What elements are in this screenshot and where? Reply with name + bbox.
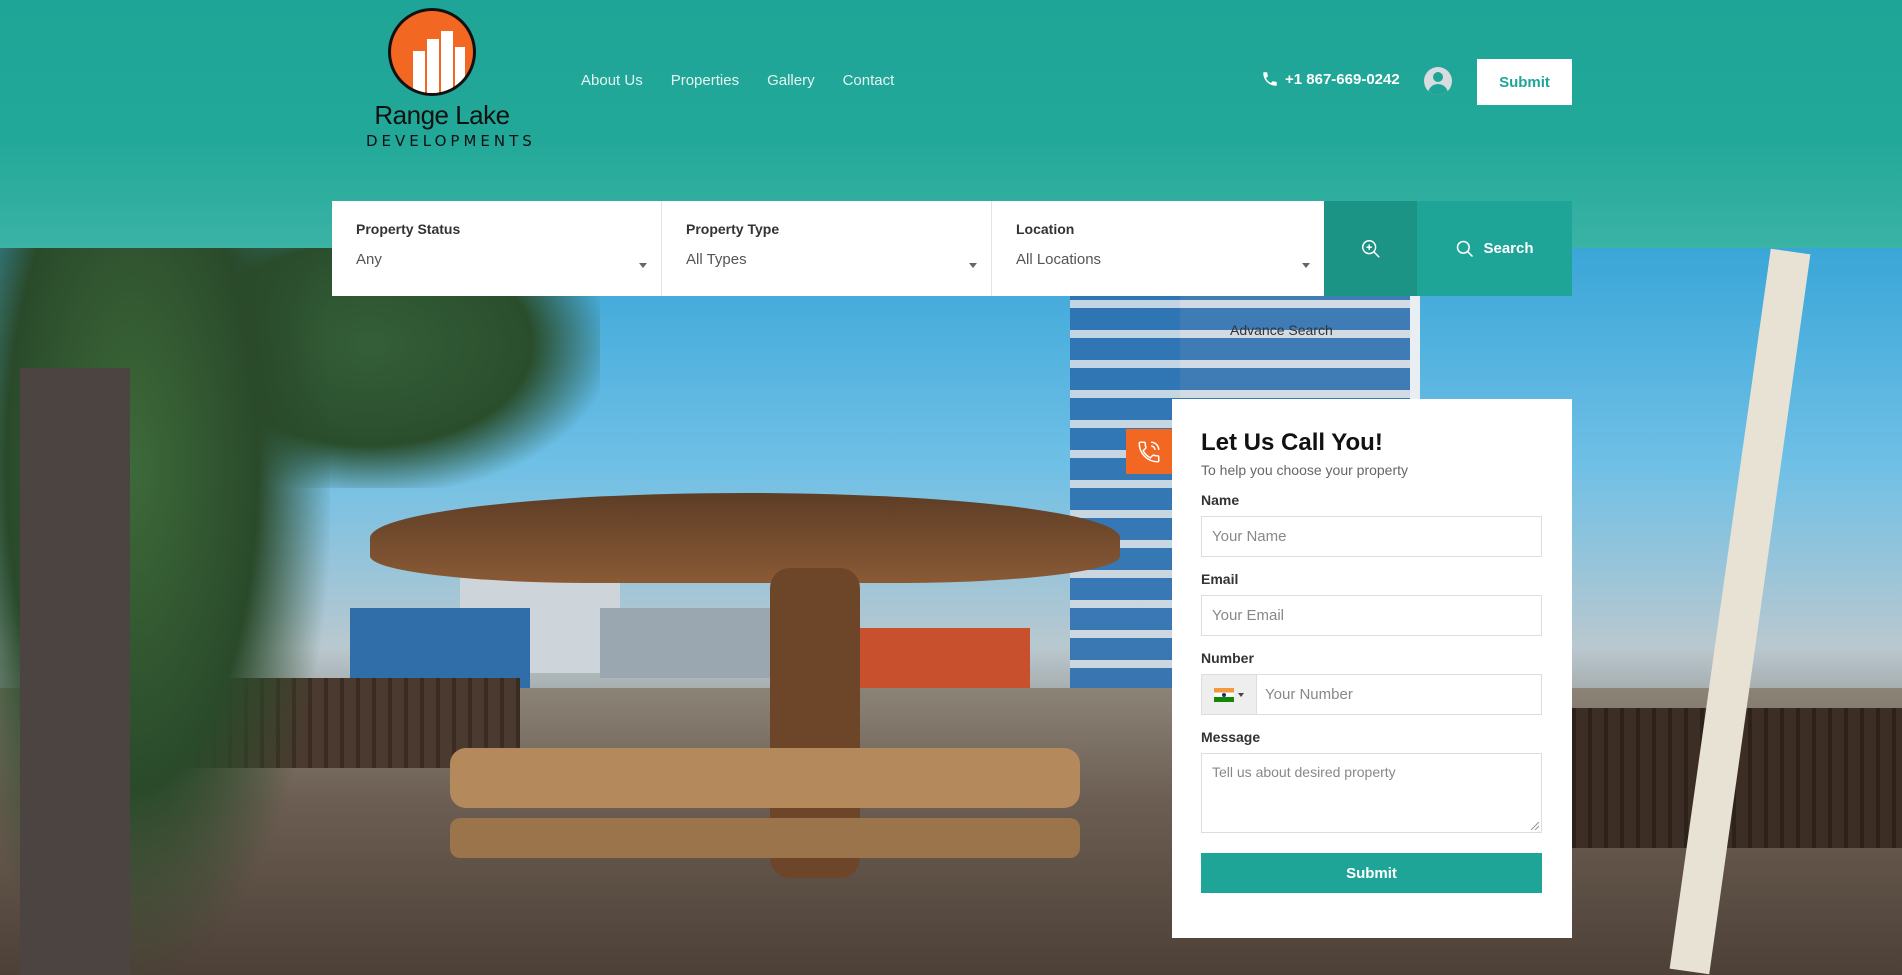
search-button[interactable]: Search — [1417, 201, 1572, 296]
phone-number-field: Your Number — [1201, 674, 1542, 715]
property-search-bar: Property Status Any Property Type All Ty… — [332, 201, 1572, 296]
property-type-label: Property Type — [686, 221, 780, 237]
message-textarea[interactable]: Tell us about desired property — [1201, 753, 1542, 833]
india-flag-icon — [1214, 687, 1234, 702]
zoom-in-icon — [1361, 239, 1380, 258]
hero-bench — [450, 818, 1080, 858]
email-field[interactable]: Your Email — [1201, 595, 1542, 636]
property-type-select[interactable]: Property Type All Types — [662, 201, 992, 296]
chevron-down-icon — [1302, 263, 1310, 268]
user-account-icon[interactable] — [1424, 67, 1452, 95]
advanced-search-toggle[interactable] — [1324, 201, 1417, 296]
main-nav: About Us Properties Gallery Contact — [581, 72, 894, 89]
hero-building — [600, 608, 780, 678]
search-button-label: Search — [1483, 240, 1534, 257]
message-placeholder: Tell us about desired property — [1212, 764, 1396, 780]
caret-down-icon — [1238, 692, 1244, 697]
nav-gallery[interactable]: Gallery — [767, 72, 815, 89]
hero-tree-trunk — [20, 368, 130, 975]
form-submit-button[interactable]: Submit — [1201, 853, 1542, 893]
hero-image — [0, 248, 1902, 975]
header-submit-button[interactable]: Submit — [1477, 59, 1572, 105]
country-code-select[interactable] — [1202, 675, 1257, 714]
phone-icon — [1263, 72, 1277, 86]
location-label: Location — [1016, 221, 1075, 237]
location-select[interactable]: Location All Locations — [992, 201, 1324, 296]
logo-subtitle: DEVELOPMENTS — [366, 132, 536, 150]
building-logo-icon — [388, 8, 476, 96]
logo-title: Range Lake — [374, 100, 510, 130]
chevron-down-icon — [639, 263, 647, 268]
number-input[interactable]: Your Number — [1257, 686, 1353, 703]
hero-carved-canopy — [370, 493, 1120, 583]
form-title: Let Us Call You! — [1201, 429, 1383, 456]
search-icon — [1457, 240, 1474, 257]
nav-about-us[interactable]: About Us — [581, 72, 643, 89]
hero-building — [350, 608, 530, 688]
resize-handle-icon[interactable] — [1531, 822, 1539, 830]
advanced-search-link[interactable]: Advance Search — [1230, 322, 1333, 338]
location-value: All Locations — [1016, 251, 1102, 268]
name-field[interactable]: Your Name — [1201, 516, 1542, 557]
nav-contact[interactable]: Contact — [843, 72, 895, 89]
property-status-value: Any — [356, 251, 382, 268]
phone-number: +1 867-669-0242 — [1285, 70, 1400, 88]
hero-bench — [450, 748, 1080, 808]
site-logo[interactable]: Range Lake DEVELOPMENTS — [366, 8, 536, 154]
chevron-down-icon — [969, 263, 977, 268]
nav-properties[interactable]: Properties — [671, 72, 739, 89]
call-tag — [1126, 429, 1182, 474]
hero-building — [850, 628, 1030, 688]
phone-ringing-icon — [1138, 440, 1160, 463]
call-request-form: Let Us Call You! To help you choose your… — [1172, 399, 1572, 938]
number-label: Number — [1201, 650, 1254, 666]
email-label: Email — [1201, 571, 1239, 587]
form-subtitle: To help you choose your property — [1201, 462, 1409, 478]
property-status-select[interactable]: Property Status Any — [332, 201, 662, 296]
message-label: Message — [1201, 729, 1261, 745]
property-type-value: All Types — [686, 251, 747, 268]
property-status-label: Property Status — [356, 221, 461, 237]
name-label: Name — [1201, 492, 1240, 508]
phone-link[interactable]: +1 867-669-0242 — [1261, 70, 1400, 88]
